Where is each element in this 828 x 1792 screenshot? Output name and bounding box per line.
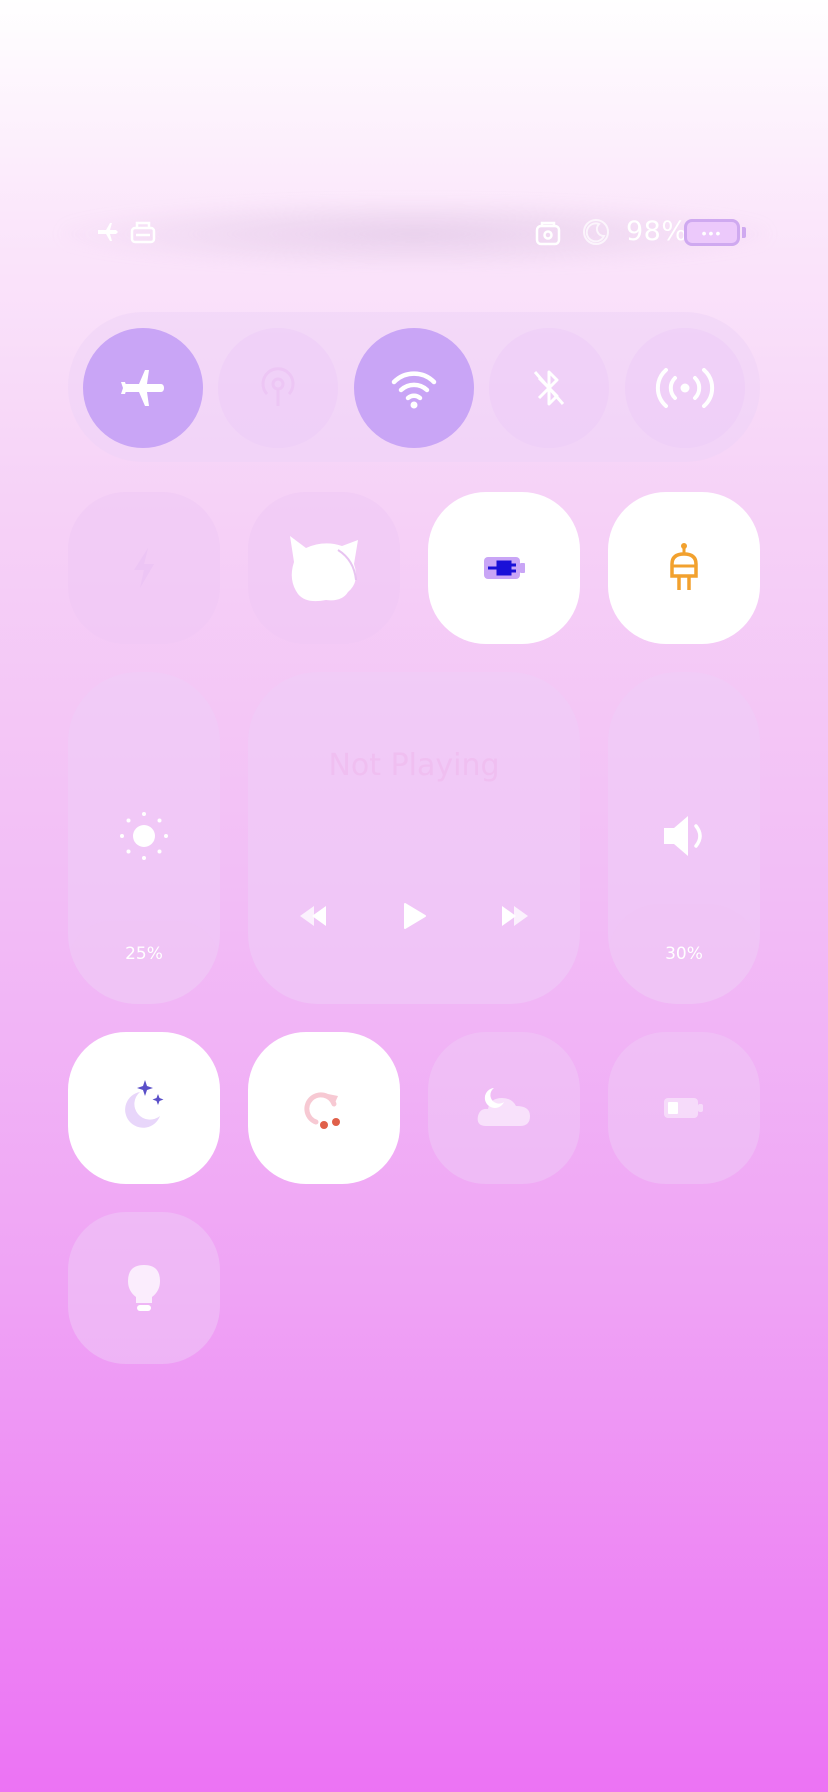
flashlight-tile[interactable] xyxy=(68,1212,220,1364)
battery-indicator: ••• xyxy=(701,225,723,241)
speaker-icon xyxy=(664,816,702,856)
weather-tile[interactable] xyxy=(428,1032,580,1184)
battery-status-icon: ••• xyxy=(684,219,740,246)
sync-tile[interactable] xyxy=(248,1032,400,1184)
cat-app-tile[interactable] xyxy=(248,492,400,644)
lock-rotation-icon xyxy=(534,218,562,246)
night-mode-tile[interactable] xyxy=(68,1032,220,1184)
media-player-card[interactable]: Not Playing xyxy=(248,672,580,1004)
media-title: Not Playing xyxy=(328,748,500,783)
brightness-slider[interactable]: 25% xyxy=(68,672,220,1004)
airplane-mode-toggle[interactable] xyxy=(83,328,203,448)
antenna-icon xyxy=(261,367,295,406)
brightness-value: 25% xyxy=(125,944,163,964)
sun-icon xyxy=(120,812,168,860)
battery-icon xyxy=(664,1098,703,1118)
wifi-icon xyxy=(391,371,437,409)
play-button[interactable] xyxy=(392,894,436,938)
mobile-data-toggle[interactable] xyxy=(218,328,338,448)
rewind-button[interactable] xyxy=(292,894,336,938)
storage-status-icon xyxy=(128,218,156,246)
bluetooth-toggle[interactable] xyxy=(489,328,609,448)
charging-tile[interactable] xyxy=(428,492,580,644)
lightbulb-icon xyxy=(128,1265,160,1311)
lightning-icon xyxy=(134,548,154,588)
fast-forward-icon xyxy=(502,906,528,926)
power-saving-tile[interactable] xyxy=(68,492,220,644)
hotspot-icon xyxy=(655,368,715,408)
bluetooth-icon xyxy=(533,370,565,406)
sync-icon xyxy=(304,1092,340,1129)
battery-cap xyxy=(742,227,746,238)
wifi-toggle[interactable] xyxy=(354,328,474,448)
rewind-icon xyxy=(300,906,326,926)
adapter-tile[interactable] xyxy=(608,492,760,644)
play-icon xyxy=(404,903,426,929)
cloud-moon-icon xyxy=(477,1088,530,1126)
volume-value: 30% xyxy=(665,944,703,964)
plug-icon xyxy=(670,543,698,590)
airplane-icon xyxy=(121,370,164,406)
volume-slider[interactable]: 30% xyxy=(608,672,760,1004)
moon-stars-icon xyxy=(125,1080,164,1128)
sleep-mode-icon xyxy=(582,218,610,246)
cat-icon xyxy=(290,536,358,602)
battery-saver-tile[interactable] xyxy=(608,1032,760,1184)
plug-battery-icon xyxy=(484,557,525,579)
airplane-mode-status-icon xyxy=(94,218,122,246)
hotspot-toggle[interactable] xyxy=(625,328,745,448)
fast-forward-button[interactable] xyxy=(492,894,536,938)
battery-percentage: 98% xyxy=(626,216,688,247)
